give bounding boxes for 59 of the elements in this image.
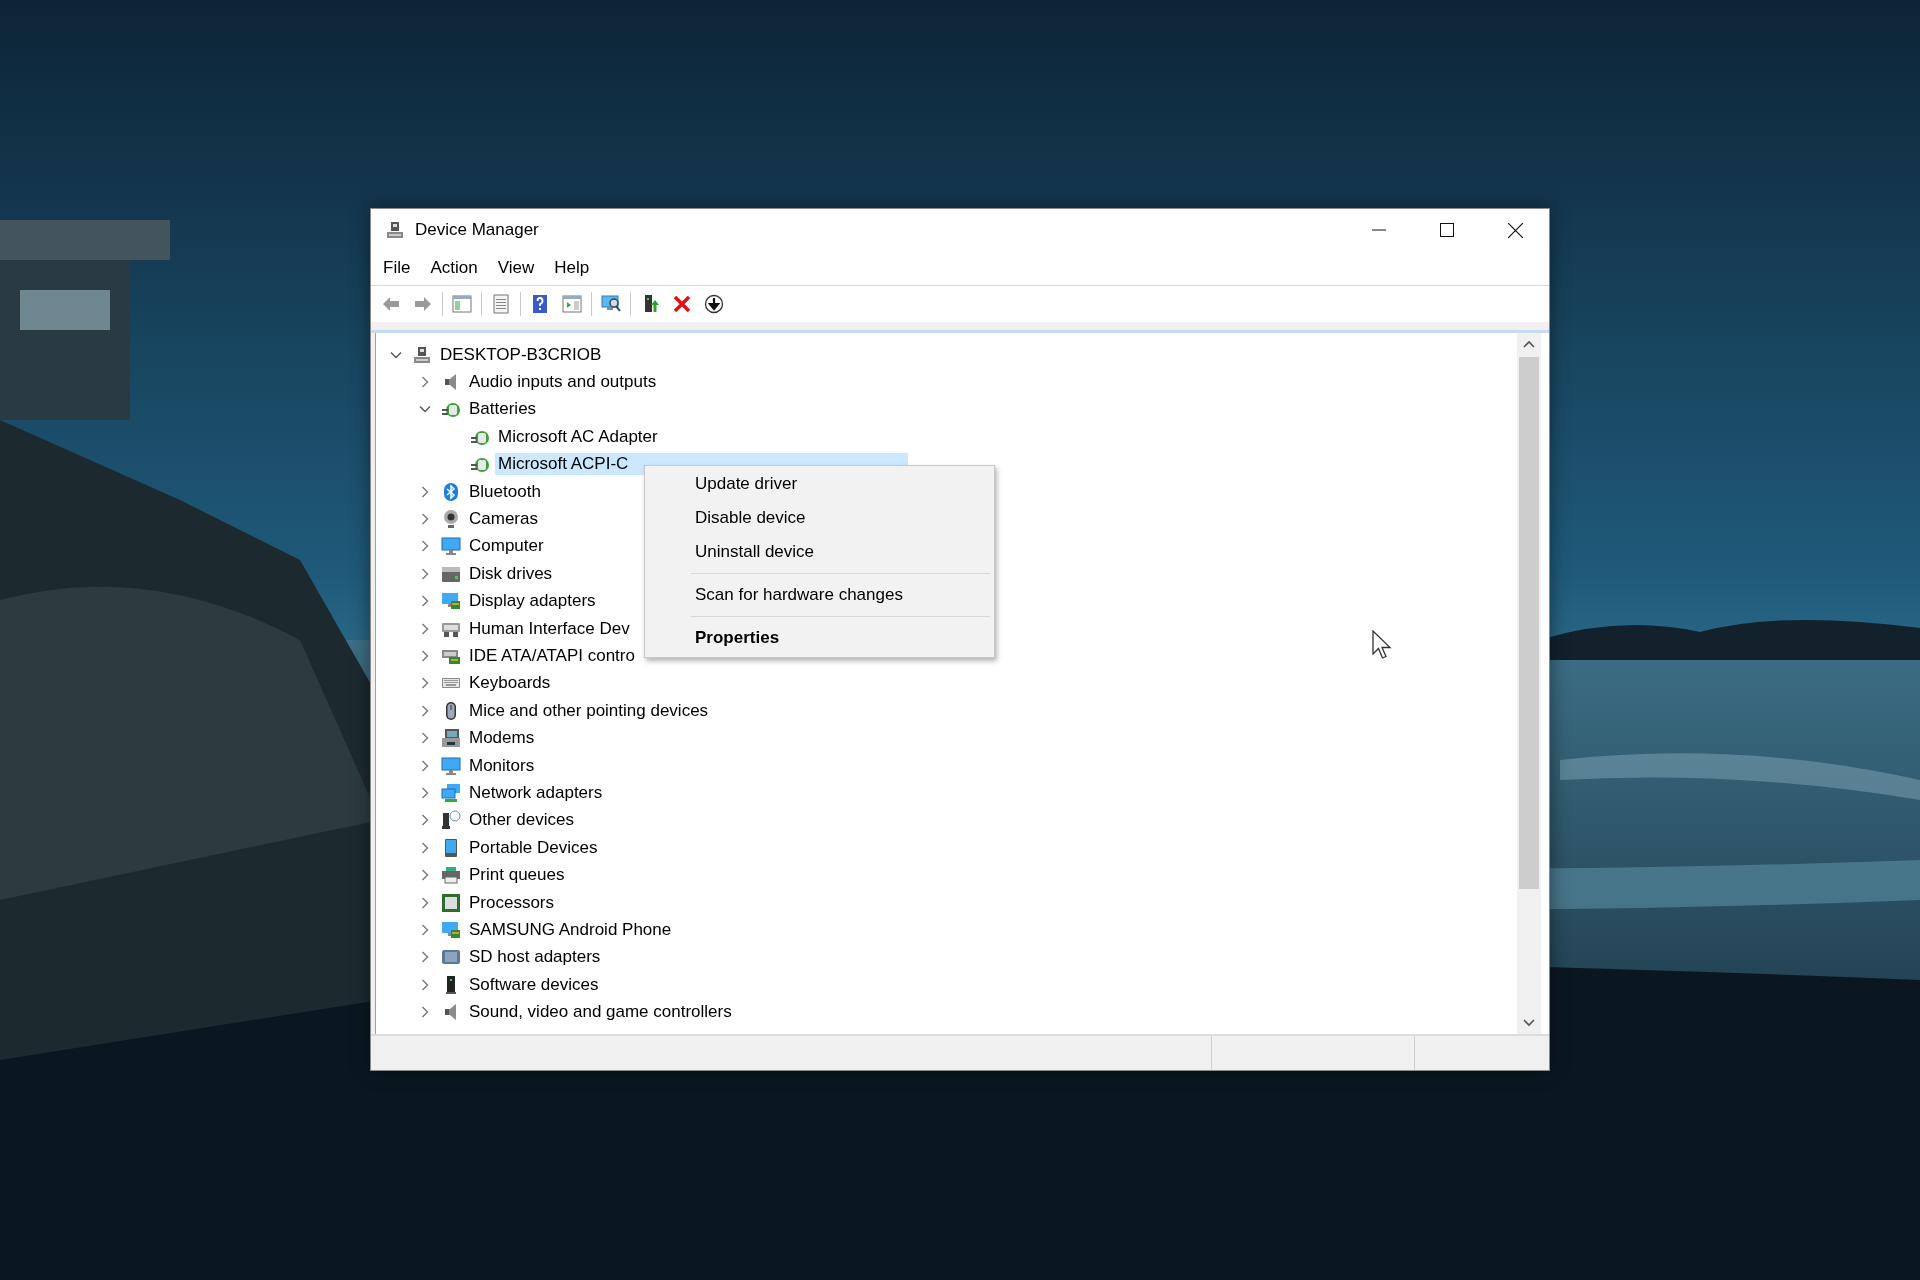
menu-item[interactable]: Scan for hardware changes bbox=[645, 578, 994, 612]
tree-item[interactable]: Cameras bbox=[466, 508, 541, 531]
monitor-icon bbox=[441, 536, 461, 557]
tree-item[interactable]: Display adapters bbox=[466, 590, 599, 613]
monitor-icon bbox=[441, 755, 461, 776]
computer-icon bbox=[385, 220, 405, 240]
tree-item[interactable]: Bluetooth bbox=[466, 480, 544, 503]
menu-item[interactable]: Uninstall device bbox=[645, 535, 994, 569]
menu-item[interactable]: Action bbox=[420, 258, 488, 278]
display-card-icon bbox=[441, 919, 461, 940]
tree-item[interactable]: Mice and other pointing devices bbox=[466, 699, 712, 722]
webcam-icon bbox=[441, 509, 461, 530]
tree-item[interactable]: DESKTOP-B3CRIOB bbox=[437, 343, 605, 366]
close-icon bbox=[672, 294, 692, 314]
processor-icon bbox=[441, 892, 461, 913]
window-pane-icon bbox=[562, 294, 582, 314]
tree-item[interactable]: Monitors bbox=[466, 754, 538, 777]
cursor-icon bbox=[1372, 630, 1394, 662]
caret-down-icon bbox=[1523, 1019, 1535, 1027]
tree-item[interactable]: Disk drives bbox=[466, 562, 556, 585]
monitor-magnifier-icon bbox=[601, 294, 621, 314]
tree-item[interactable]: Software devices bbox=[466, 973, 602, 996]
tree-item[interactable]: Other devices bbox=[466, 809, 577, 832]
tree-item[interactable]: Processors bbox=[466, 891, 558, 914]
caret-up-icon bbox=[1523, 340, 1535, 348]
right-arrow-icon bbox=[413, 294, 433, 314]
tree-item[interactable]: IDE ATA/ATAPI contro bbox=[466, 645, 638, 667]
menu-item[interactable]: File bbox=[373, 258, 421, 278]
window-pane-icon bbox=[452, 294, 472, 314]
printer-icon bbox=[441, 865, 461, 886]
tree-item[interactable]: Print queues bbox=[466, 864, 568, 887]
network-computers-icon bbox=[441, 782, 461, 803]
document-icon bbox=[491, 294, 511, 314]
menu-item[interactable]: View bbox=[487, 258, 545, 278]
tree-item[interactable]: Computer bbox=[466, 535, 547, 558]
tree-item[interactable]: Sound, video and game controllers bbox=[466, 1001, 735, 1024]
window-title: Device Manager bbox=[415, 220, 540, 240]
tree-item[interactable]: SD host adapters bbox=[466, 946, 604, 969]
display-card-icon bbox=[441, 591, 461, 612]
computer-icon bbox=[412, 344, 432, 365]
tree-item[interactable]: Keyboards bbox=[466, 672, 554, 695]
maximize-icon bbox=[1440, 223, 1454, 237]
tree-item[interactable]: Audio inputs and outputs bbox=[466, 371, 660, 394]
menu-item[interactable]: Properties bbox=[645, 621, 994, 655]
scrollbar-thumb[interactable] bbox=[1519, 357, 1539, 889]
help-icon bbox=[530, 294, 550, 314]
unknown-device-icon bbox=[441, 810, 461, 831]
tree-item[interactable]: Human Interface Dev bbox=[466, 617, 633, 640]
tree-item[interactable]: SAMSUNG Android Phone bbox=[466, 918, 675, 941]
menu-item[interactable]: Disable device bbox=[645, 501, 994, 535]
tree-item[interactable]: Portable Devices bbox=[466, 836, 601, 859]
tree-item[interactable]: Network adapters bbox=[466, 781, 606, 804]
bluetooth-icon bbox=[441, 481, 461, 502]
modem-icon bbox=[441, 728, 461, 749]
tree-item[interactable]: Batteries bbox=[466, 398, 540, 421]
menu-item[interactable]: Help bbox=[544, 258, 600, 278]
close-icon bbox=[1507, 222, 1523, 238]
tree-item[interactable]: Microsoft AC Adapter bbox=[495, 425, 661, 448]
tree-item[interactable]: Modems bbox=[466, 727, 538, 750]
